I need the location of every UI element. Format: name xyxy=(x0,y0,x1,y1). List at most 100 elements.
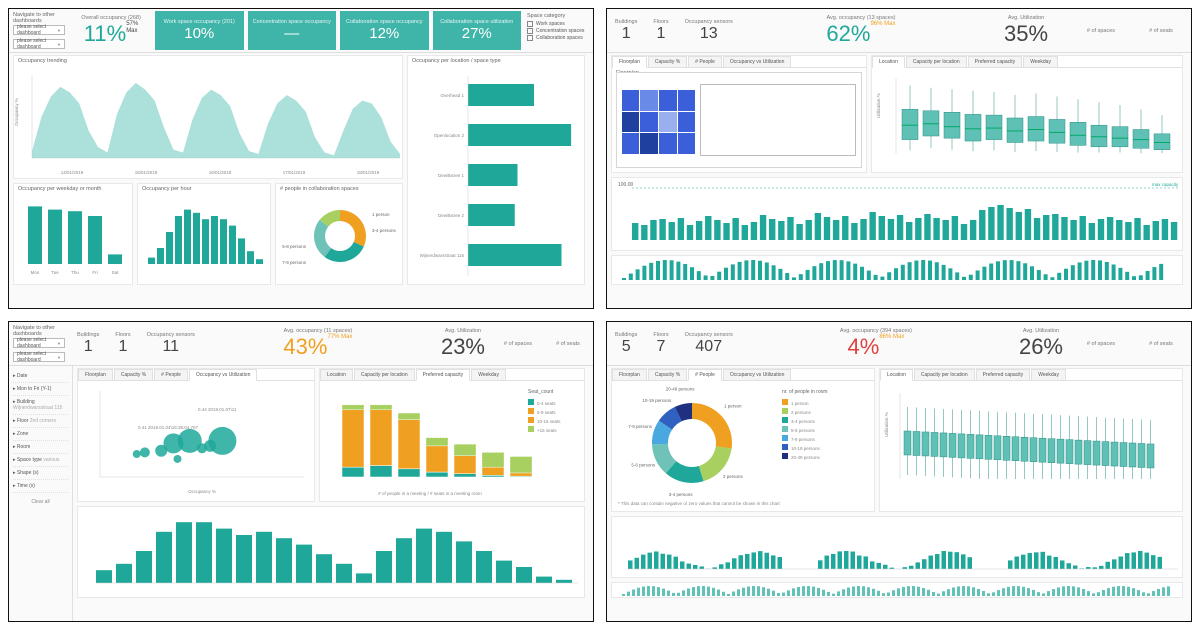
svg-text:7-9 persons: 7-9 persons xyxy=(282,260,307,265)
dashboard-select-2[interactable]: please select dashboard xyxy=(13,39,65,49)
tab-floorplan[interactable]: Floorplan xyxy=(612,56,647,68)
chart-timeline-persons: 100.00 max capacity xyxy=(611,177,1183,251)
filter-room[interactable]: ▸ Room xyxy=(13,444,68,454)
tab-occ-vs-util[interactable]: Occupancy vs Utilization xyxy=(723,56,791,67)
kpi-overall-occupancy: Overall occupancy (268) 11%57%Max xyxy=(69,9,153,52)
chart-occupancy-per-hour: Occupancy per hour xyxy=(137,183,271,285)
nav-column: Navigate to other dashboards please sele… xyxy=(9,9,69,52)
tab-location[interactable]: Location xyxy=(320,369,353,380)
kpi-avg-utilization: Avg. Utilization35% xyxy=(981,9,1071,52)
tab-location[interactable]: Location xyxy=(872,56,905,68)
svg-text:16/01/2019: 16/01/2019 xyxy=(209,170,232,175)
checkbox-icon[interactable] xyxy=(527,35,533,41)
svg-text:10-19 persons: 10-19 persons xyxy=(642,398,672,403)
svg-text:18/01/2019: 18/01/2019 xyxy=(357,170,380,175)
svg-text:Dewittezee 1: Dewittezee 1 xyxy=(438,173,465,178)
svg-text:Occupancy %: Occupancy % xyxy=(188,489,216,494)
card-collab-occupancy: Collaboration space occupancy12% xyxy=(340,11,429,50)
tab-floorplan[interactable]: Floorplan xyxy=(78,369,113,380)
kpi-buildings: Buildings1 xyxy=(607,9,645,52)
kpi-floors: Floors1 xyxy=(645,9,676,52)
nav-column-3: Navigate to other dashboards please sele… xyxy=(9,322,69,365)
svg-text:3-4 persons: 3-4 persons xyxy=(791,419,816,424)
tab-pref-cap[interactable]: Preferred capacity xyxy=(968,56,1023,67)
filter-date[interactable]: ▸ Date xyxy=(13,373,68,383)
tab-occ-vs-util[interactable]: Occupancy vs Utilization xyxy=(723,369,791,380)
tab-cap-per-loc[interactable]: Capacity per location xyxy=(906,56,967,67)
tab-people[interactable]: # People xyxy=(154,369,188,380)
chart-people-collab-donut: # people in collaboration spaces 1 perso… xyxy=(275,183,403,285)
svg-text:Openlocation 2: Openlocation 2 xyxy=(434,133,465,138)
svg-text:14/01/2019: 14/01/2019 xyxy=(61,170,84,175)
dashboard-select[interactable]: please select dashboard xyxy=(13,352,65,362)
dashboard-select-1[interactable]: please select dashboard xyxy=(13,25,65,35)
tab-pref-cap[interactable]: Preferred capacity xyxy=(416,369,471,381)
svg-text:17/01/2019: 17/01/2019 xyxy=(283,170,306,175)
svg-text:* This data can contain negati: * This data can contain negative or zero… xyxy=(618,501,781,506)
svg-text:Utilization %: Utilization % xyxy=(884,412,889,437)
svg-text:Overhead 1: Overhead 1 xyxy=(440,93,464,98)
chart-people-donut-p4: Floorplan Capacity % # People Occupancy … xyxy=(611,368,875,512)
svg-text:Dewittezee 2: Dewittezee 2 xyxy=(438,213,465,218)
kpi-floors: Floors7 xyxy=(645,322,676,365)
tab-cap-per-loc[interactable]: Capacity per location xyxy=(914,369,975,380)
filters-sidebar: ▸ Date ▸ Mon to Fri (Y-1) ▸ Building Wij… xyxy=(9,366,73,621)
filter-mon-fri[interactable]: ▸ Mon to Fri (Y-1) xyxy=(13,386,68,396)
kpi-buildings: Buildings5 xyxy=(607,322,645,365)
svg-text:1 person: 1 person xyxy=(791,401,809,406)
tab-capacity[interactable]: Capacity % xyxy=(114,369,153,380)
kpi-avg-occupancy: Avg. occupancy (394 spaces)4%86% Max xyxy=(741,322,1011,365)
filter-time[interactable]: ▸ Time (s) xyxy=(13,483,68,493)
card-floorplan: Floorplan Capacity % # People Occupancy … xyxy=(611,55,867,173)
card-workspace-occupancy: Work space occupancy (201)10% xyxy=(155,11,244,50)
tab-weekday[interactable]: Weekday xyxy=(471,369,506,380)
dashboard-select[interactable]: please select dashboard xyxy=(13,338,65,348)
svg-text:1 person: 1 person xyxy=(724,404,742,409)
tab-weekday[interactable]: Weekday xyxy=(1031,369,1066,380)
tab-people[interactable]: # People xyxy=(688,369,722,381)
chart-utilization-boxplot: Location Capacity per location Preferred… xyxy=(871,55,1183,173)
svg-text:5-8 persons: 5-8 persons xyxy=(282,244,307,249)
tab-cap-per-loc[interactable]: Capacity per location xyxy=(354,369,415,380)
panel4-header: Buildings5 Floors7 Occupancy sensors407 … xyxy=(607,322,1191,366)
svg-text:2 persons: 2 persons xyxy=(791,410,812,415)
filter-floor[interactable]: ▸ Floor 2nd corners xyxy=(13,418,68,428)
svg-text:0.41 2019.01.04\15:35:04.707: 0.41 2019.01.04\15:35:04.707 xyxy=(138,425,199,430)
svg-text:Fri: Fri xyxy=(92,270,97,275)
tab-capacity[interactable]: Capacity % xyxy=(648,369,687,380)
tab-floorplan[interactable]: Floorplan xyxy=(612,369,647,380)
chart-bubble-occ-util: Floorplan Capacity % # People Occupancy … xyxy=(77,368,315,502)
tab-pref-cap[interactable]: Preferred capacity xyxy=(976,369,1031,380)
tab-people[interactable]: # People xyxy=(688,56,722,67)
svg-text:5-6 persons: 5-6 persons xyxy=(631,462,656,467)
panel3-header: Navigate to other dashboards please sele… xyxy=(9,322,593,366)
tab-location[interactable]: Location xyxy=(880,369,913,381)
dashboard-panel-4: Buildings5 Floors7 Occupancy sensors407 … xyxy=(606,321,1192,622)
filter-space-type[interactable]: ▸ Space type various xyxy=(13,457,68,467)
kpi-avg-utilization: Avg. Utilization26% xyxy=(1011,322,1071,365)
kpi-num-seats: # of seats xyxy=(1131,9,1191,52)
floorplan-image[interactable] xyxy=(616,72,862,168)
tab-capacity[interactable]: Capacity % xyxy=(648,56,687,67)
kpi-num-seats: # of seats xyxy=(543,322,593,365)
clear-all-button[interactable]: Clear all xyxy=(13,499,68,505)
svg-text:Occupancy %: Occupancy % xyxy=(14,98,19,126)
svg-text:max capacity: max capacity xyxy=(1152,182,1179,187)
svg-text:3-4 persons: 3-4 persons xyxy=(372,228,397,233)
filter-zone[interactable]: ▸ Zone xyxy=(13,431,68,441)
svg-text:+15 seats: +15 seats xyxy=(537,428,557,433)
tab-occ-vs-util[interactable]: Occupancy vs Utilization xyxy=(189,369,257,381)
svg-text:Seat_count: Seat_count xyxy=(528,389,554,395)
chart-stacked-seats: Location Capacity per location Preferred… xyxy=(319,368,585,502)
checkbox-icon[interactable] xyxy=(527,28,533,34)
filter-building[interactable]: ▸ Building Wijnerdwarsstraat 115 xyxy=(13,399,68,415)
svg-text:20-49 persons: 20-49 persons xyxy=(791,455,821,460)
checkbox-icon[interactable] xyxy=(527,21,533,27)
kpi-num-spaces: # of spaces xyxy=(1071,9,1131,52)
tab-weekday[interactable]: Weekday xyxy=(1023,56,1058,67)
svg-text:7-9 persons: 7-9 persons xyxy=(628,424,653,429)
kpi-sensors: Occupancy sensors11 xyxy=(139,322,203,365)
kpi-avg-utilization: Avg. Utilization23% xyxy=(433,322,493,365)
filter-shape[interactable]: ▸ Shape (s) xyxy=(13,470,68,480)
chart-timeline-p4 xyxy=(611,516,1183,578)
